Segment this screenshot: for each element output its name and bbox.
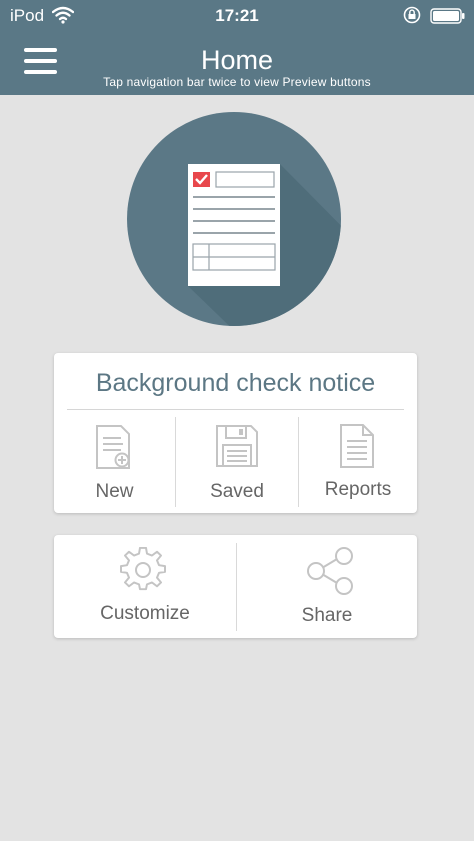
saved-label: Saved: [210, 481, 264, 502]
hero-illustration: [127, 112, 341, 326]
customize-button[interactable]: Customize: [54, 535, 236, 638]
card-title: Background check notice: [95, 369, 376, 397]
rotation-lock-icon: [402, 6, 422, 24]
gear-icon: [120, 547, 166, 593]
new-button[interactable]: New: [54, 415, 175, 509]
share-icon: [304, 545, 356, 597]
new-document-icon: [95, 424, 133, 470]
checklist-document-icon: [188, 164, 341, 326]
status-bar: iPod 17:21: [0, 0, 474, 32]
save-disk-icon: [214, 423, 260, 469]
battery-icon: [430, 8, 466, 24]
page-subtitle: Tap navigation bar twice to view Preview…: [103, 75, 371, 89]
divider: [67, 409, 404, 410]
background-check-card: Background check notice New Saved Report…: [54, 353, 417, 513]
reports-label: Reports: [324, 479, 392, 500]
reports-button[interactable]: Reports: [299, 415, 417, 509]
new-label: New: [95, 481, 134, 502]
customize-label: Customize: [100, 603, 190, 624]
report-document-icon: [339, 423, 377, 469]
navigation-bar[interactable]: iPod 17:21 Home Tap navigation bar twice…: [0, 0, 474, 95]
saved-button[interactable]: Saved: [176, 415, 298, 509]
settings-card: Customize Share: [54, 535, 417, 638]
page-title: Home: [200, 45, 274, 75]
share-label: Share: [301, 605, 353, 626]
share-button[interactable]: Share: [237, 535, 417, 638]
